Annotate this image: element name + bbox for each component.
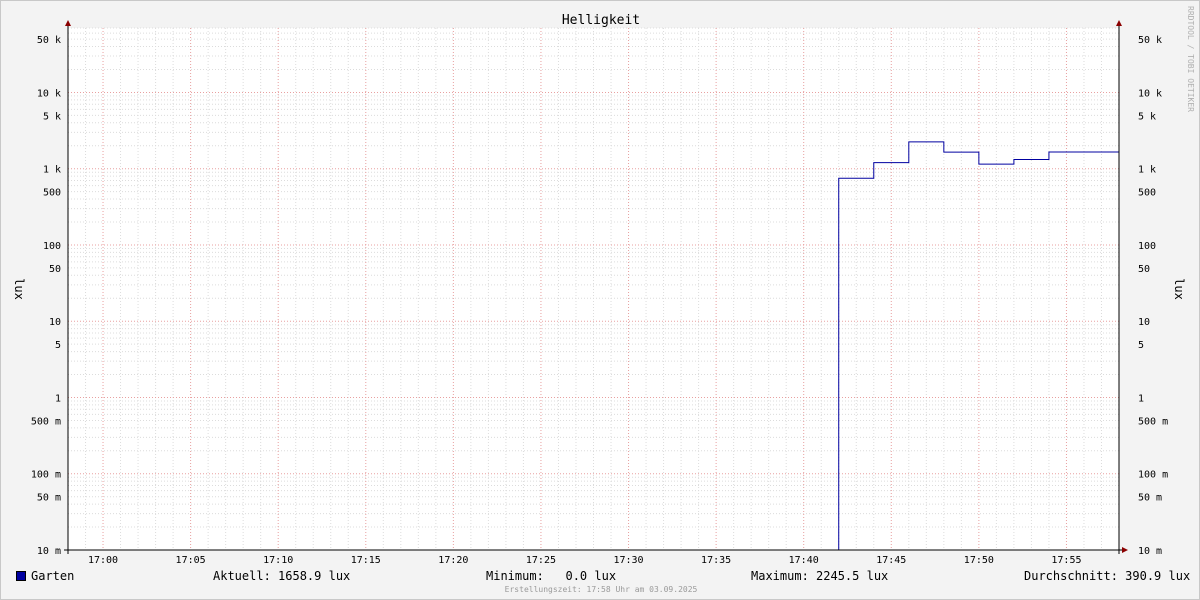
y-tick-label-left: 50 k <box>37 35 61 46</box>
y-tick-label-left: 5 k <box>43 111 61 122</box>
y-tick-label-right: 10 <box>1138 317 1150 328</box>
x-tick-label: 17:00 <box>88 555 118 566</box>
y-tick-label-left: 100 m <box>31 470 61 481</box>
y-tick-label-right: 50 <box>1138 264 1150 275</box>
creation-time-footer: Erstellungszeit: 17:58 Uhr am 03.09.2025 <box>504 585 698 594</box>
left-tick-labels: 10 m 50 m 100 m 500 m 1 5 10 50 100 500 1 k 5 k 10 k… <box>31 35 61 557</box>
legend-average: Durchschnitt: 390.9 lux <box>1024 569 1191 583</box>
y-tick-label-right: 5 k <box>1138 111 1156 122</box>
right-tick-labels: 10 m 50 m 100 m 500 m 1 5 10 50 100 500 1 k 5 k 10 k… <box>1138 35 1168 557</box>
x-axis-arrow <box>1122 547 1128 553</box>
y-tick-label-left: 10 <box>49 317 61 328</box>
y-tick-label-left: 500 m <box>31 416 61 427</box>
x-tick-label: 17:15 <box>351 555 381 566</box>
y-tick-label-right: 10 m <box>1138 546 1162 557</box>
y-tick-label-right: 500 m <box>1138 416 1168 427</box>
x-tick-label: 17:25 <box>526 555 556 566</box>
y-tick-label-right: 10 k <box>1138 88 1162 99</box>
legend-current: Aktuell: 1658.9 lux <box>213 569 351 583</box>
x-tick-label: 17:50 <box>964 555 994 566</box>
x-tick-label: 17:55 <box>1051 555 1081 566</box>
legend-series-name: Garten <box>31 569 75 583</box>
y-axis-arrow-right <box>1116 20 1122 26</box>
y-axis-label-left: lux <box>12 278 26 300</box>
graph-frame: 10 m 50 m 100 m 500 m 1 5 10 50 100 500 1 k 5 k 10 k… <box>0 0 1200 600</box>
y-tick-label-right: 100 <box>1138 241 1156 252</box>
y-tick-label-right: 5 <box>1138 340 1144 351</box>
x-tick-labels: 17:00 17:05 17:10 17:15 17:20 17:25 17:30 17:35… <box>88 555 1082 566</box>
legend-maximum: Maximum: 2245.5 lux <box>751 569 889 583</box>
y-tick-label-left: 100 <box>43 241 61 252</box>
y-axis-label-right: lux <box>1172 278 1186 300</box>
x-tick-label: 17:10 <box>263 555 293 566</box>
y-tick-label-left: 50 m <box>37 493 61 504</box>
x-tick-label: 17:20 <box>438 555 468 566</box>
y-tick-label-left: 10 k <box>37 88 61 99</box>
y-tick-label-left: 1 k <box>43 165 61 176</box>
y-tick-label-left: 10 m <box>37 546 61 557</box>
y-tick-label-right: 500 <box>1138 188 1156 199</box>
y-tick-label-left: 500 <box>43 188 61 199</box>
y-tick-label-right: 1 <box>1138 393 1144 404</box>
legend-minimum: Minimum: 0.0 lux <box>486 569 617 583</box>
y-tick-label-left: 1 <box>55 393 61 404</box>
y-tick-label-right: 50 k <box>1138 35 1162 46</box>
x-tick-label: 17:05 <box>176 555 206 566</box>
y-axis-arrow-left <box>65 20 71 26</box>
y-tick-label-left: 5 <box>55 340 61 351</box>
chart-title: Helligkeit <box>562 13 640 28</box>
legend: Garten Aktuell: 1658.9 lux Minimum: 0.0 … <box>1 567 1200 585</box>
y-tick-label-left: 50 <box>49 264 61 275</box>
x-tick-label: 17:30 <box>613 555 643 566</box>
y-tick-label-right: 100 m <box>1138 470 1168 481</box>
y-tick-label-right: 1 k <box>1138 165 1156 176</box>
x-tick-label: 17:35 <box>701 555 731 566</box>
x-tick-label: 17:40 <box>789 555 819 566</box>
watermark: RRDTOOL / TOBI OETIKER <box>1186 6 1195 112</box>
brightness-chart: 10 m 50 m 100 m 500 m 1 5 10 50 100 500 1 k 5 k 10 k… <box>12 6 1195 566</box>
y-tick-label-right: 50 m <box>1138 493 1162 504</box>
x-tick-label: 17:45 <box>876 555 906 566</box>
